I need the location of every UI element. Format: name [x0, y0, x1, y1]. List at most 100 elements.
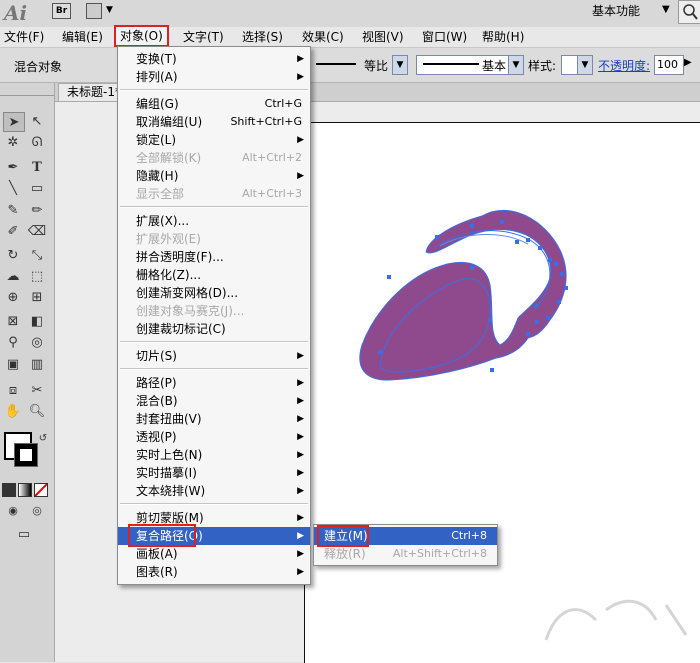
- graphic-style-dropdown[interactable]: ▼: [561, 55, 593, 75]
- brush-definition-dropdown[interactable]: ▼: [416, 55, 524, 75]
- gradient-mode-icon[interactable]: [18, 483, 32, 497]
- scale-tool-icon[interactable]: ⤡: [27, 246, 47, 264]
- menu-item-label: 栅格化(Z)...: [136, 268, 202, 282]
- menu-item-label: 切片(S): [136, 349, 177, 363]
- type-tool-icon[interactable]: T: [27, 158, 47, 176]
- menu-item-shortcut: Alt+Shift+Ctrl+8: [392, 547, 487, 560]
- zoom-tool-icon[interactable]: 🔍︎: [27, 402, 47, 420]
- menu-item-rasterize[interactable]: 栅格化(Z)...: [118, 266, 310, 284]
- submenu-arrow-icon: ▶: [297, 72, 304, 82]
- annotation-highlight-box: [317, 525, 369, 547]
- color-mode-icon[interactable]: [2, 483, 16, 497]
- chevron-down-icon[interactable]: ▼: [577, 56, 592, 74]
- menu-item-perspective[interactable]: 透视(P) ▶: [118, 428, 310, 446]
- menu-item-transform[interactable]: 变换(T) ▶: [118, 50, 310, 68]
- menu-effect[interactable]: 效果(C): [302, 27, 344, 47]
- rotate-tool-icon[interactable]: ↻: [3, 246, 23, 264]
- paintbrush-icon[interactable]: ✎: [3, 201, 23, 219]
- menu-file[interactable]: 文件(F): [4, 27, 44, 47]
- selection-tool-icon[interactable]: ➤: [3, 112, 25, 132]
- menu-item-blend[interactable]: 混合(B) ▶: [118, 392, 310, 410]
- menu-item-arrange[interactable]: 排列(A) ▶: [118, 68, 310, 86]
- perspective-grid-icon[interactable]: ⊞: [27, 288, 47, 306]
- menu-separator: [120, 341, 308, 343]
- submenu-arrow-icon: ▶: [297, 468, 304, 478]
- menu-item-slice[interactable]: 切片(S) ▶: [118, 347, 310, 365]
- direct-selection-icon[interactable]: ↖: [27, 112, 47, 130]
- menu-item-label: 文本绕排(W): [136, 484, 206, 498]
- artboard-tool-icon[interactable]: ⧈: [3, 381, 23, 399]
- menu-item-crop-marks[interactable]: 创建裁切标记(C): [118, 320, 310, 338]
- eraser-icon[interactable]: ⌫: [27, 222, 47, 240]
- symbol-sprayer-icon[interactable]: ▣: [3, 355, 23, 373]
- menu-item-label: 编组(G): [136, 97, 179, 111]
- column-graph-icon[interactable]: ▥: [27, 355, 47, 373]
- menu-item-artboards[interactable]: 画板(A) ▶: [118, 545, 310, 563]
- chevron-down-icon[interactable]: ▼: [392, 56, 407, 74]
- chevron-down-icon[interactable]: ▼: [106, 5, 113, 15]
- warp-tool-icon[interactable]: ☁: [3, 267, 23, 285]
- menu-item-hide[interactable]: 隐藏(H) ▶: [118, 167, 310, 185]
- search-icon[interactable]: [678, 0, 700, 24]
- none-mode-icon[interactable]: [34, 483, 48, 497]
- mesh-tool-icon[interactable]: ⊠: [3, 312, 23, 330]
- shape-builder-icon[interactable]: ⊕: [3, 288, 23, 306]
- menu-type[interactable]: 文字(T): [183, 27, 224, 47]
- submenu-arrow-icon: ▶: [297, 486, 304, 496]
- chevron-down-icon[interactable]: ▼: [508, 56, 523, 74]
- variable-width-profile[interactable]: 等比: [364, 57, 388, 74]
- menu-item-label: 实时描摹(I): [136, 466, 197, 480]
- line-tool-icon[interactable]: ╲: [3, 179, 23, 197]
- free-transform-icon[interactable]: ⬚: [27, 267, 47, 285]
- compound-shape[interactable]: [359, 209, 567, 381]
- menu-item-envelope-distort[interactable]: 封套扭曲(V) ▶: [118, 410, 310, 428]
- menu-item-group[interactable]: 编组(G) Ctrl+G: [118, 95, 310, 113]
- blob-brush-icon[interactable]: ✐: [3, 222, 23, 240]
- menu-window[interactable]: 窗口(W): [422, 27, 467, 47]
- menu-item-expand[interactable]: 扩展(X)...: [118, 212, 310, 230]
- menu-item-label: 实时上色(N): [136, 448, 203, 462]
- pen-tool-icon[interactable]: ✒: [3, 158, 23, 176]
- workspace-switcher[interactable]: 基本功能: [592, 1, 672, 21]
- draw-normal-icon[interactable]: ◉: [3, 501, 23, 519]
- opacity-label[interactable]: 不透明度:: [598, 57, 650, 74]
- menu-view[interactable]: 视图(V): [362, 27, 404, 47]
- menu-item-ungroup[interactable]: 取消编组(U) Shift+Ctrl+G: [118, 113, 310, 131]
- chevron-right-icon[interactable]: ▶: [684, 57, 692, 68]
- menu-object[interactable]: 对象(O): [114, 25, 169, 47]
- menu-item-live-paint[interactable]: 实时上色(N) ▶: [118, 446, 310, 464]
- menu-help[interactable]: 帮助(H): [482, 27, 524, 47]
- eyedropper-icon[interactable]: ⚲: [3, 333, 23, 351]
- pencil-icon[interactable]: ✏: [27, 201, 47, 219]
- magic-wand-icon[interactable]: ✲: [3, 133, 23, 151]
- arrange-documents-icon[interactable]: [86, 3, 102, 19]
- draw-behind-icon[interactable]: ◎: [27, 501, 47, 519]
- menu-item-lock[interactable]: 锁定(L) ▶: [118, 131, 310, 149]
- menu-item-live-trace[interactable]: 实时描摹(I) ▶: [118, 464, 310, 482]
- menu-item-gradient-mesh[interactable]: 创建渐变网格(D)...: [118, 284, 310, 302]
- blend-tool-icon[interactable]: ◎: [27, 333, 47, 351]
- menu-item-label: 创建渐变网格(D)...: [136, 286, 239, 300]
- submenu-arrow-icon: ▶: [297, 432, 304, 442]
- swap-colors-icon[interactable]: ↺: [33, 429, 53, 447]
- menu-item-shortcut: Alt+Ctrl+2: [242, 151, 302, 164]
- menu-item-text-wrap[interactable]: 文本绕排(W) ▶: [118, 482, 310, 500]
- profile-dropdown[interactable]: ▼: [392, 55, 408, 75]
- submenu-arrow-icon: ▶: [297, 513, 304, 523]
- menu-item-label: 透视(P): [136, 430, 177, 444]
- rectangle-tool-icon[interactable]: ▭: [27, 179, 47, 197]
- menu-edit[interactable]: 编辑(E): [62, 27, 103, 47]
- lasso-icon[interactable]: ᘏ: [27, 133, 47, 151]
- menu-select[interactable]: 选择(S): [242, 27, 283, 47]
- opacity-input[interactable]: 100: [654, 55, 684, 75]
- slice-tool-icon[interactable]: ✂: [27, 381, 47, 399]
- gradient-tool-icon[interactable]: ◧: [27, 312, 47, 330]
- bridge-button[interactable]: Br: [52, 3, 71, 19]
- screen-mode-icon[interactable]: ▭: [14, 525, 34, 543]
- menu-item-flatten-transparency[interactable]: 拼合透明度(F)...: [118, 248, 310, 266]
- chevron-down-icon[interactable]: ▼: [662, 4, 670, 15]
- menu-item-graph[interactable]: 图表(R) ▶: [118, 563, 310, 581]
- purple-blend-shape[interactable]: [350, 200, 570, 390]
- hand-tool-icon[interactable]: ✋: [3, 402, 23, 420]
- menu-item-path[interactable]: 路径(P) ▶: [118, 374, 310, 392]
